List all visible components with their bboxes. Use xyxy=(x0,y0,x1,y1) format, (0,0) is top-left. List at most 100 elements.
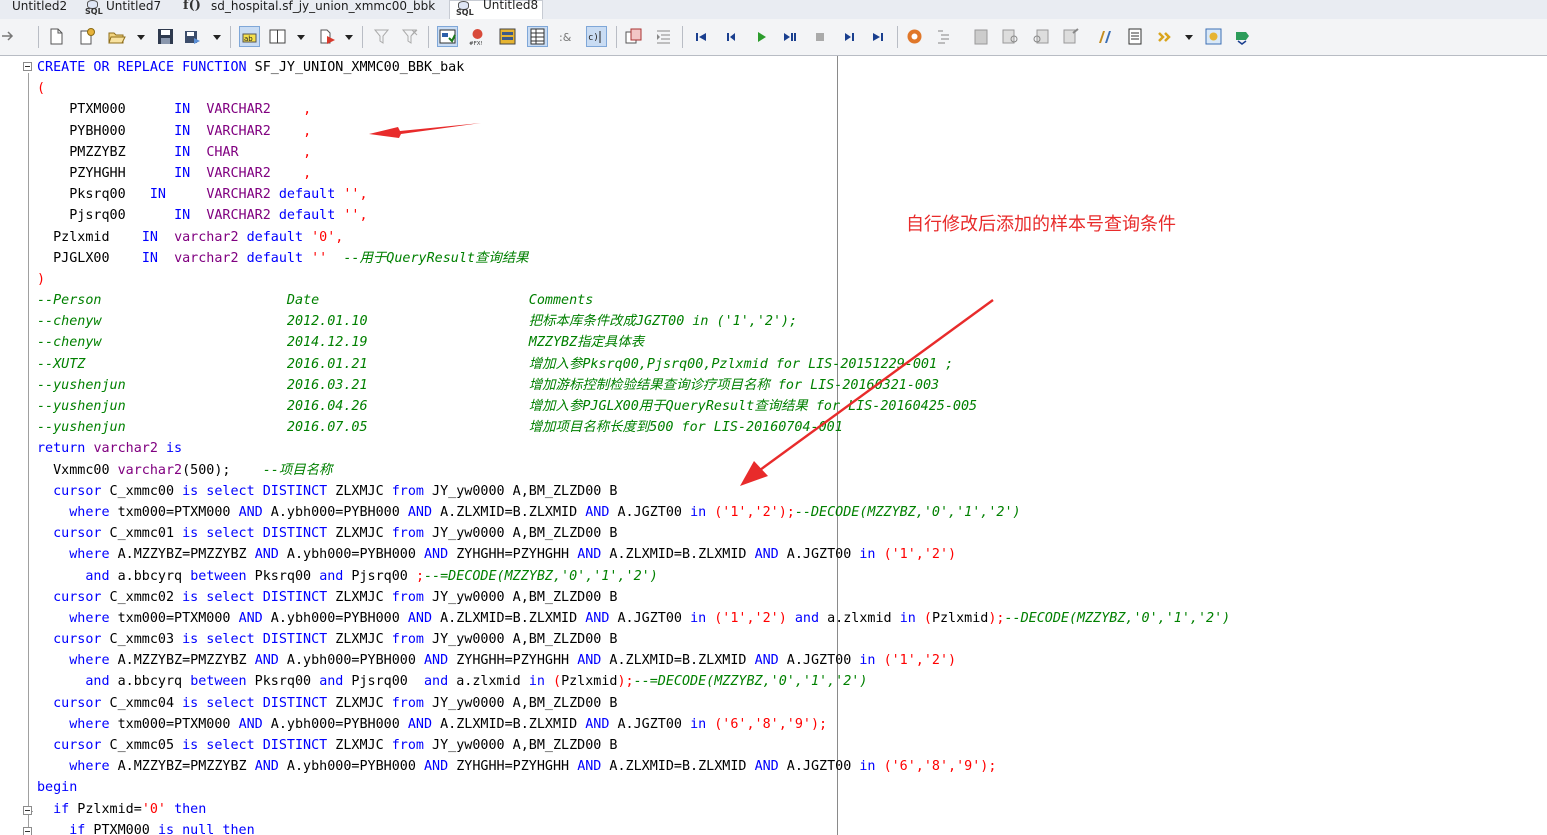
code-line[interactable]: --chenyw 2014.12.19 MZZYBZ指定具体表 xyxy=(37,332,1547,353)
code-line[interactable]: and a.bbcyrq between Pksrq00 and Pjsrq00… xyxy=(37,671,1547,692)
code-line[interactable]: --chenyw 2012.01.10 把标本库条件改成JGZT00 in ('… xyxy=(37,311,1547,332)
code-token: ZLXMJC xyxy=(327,632,392,648)
beautify-icon[interactable] xyxy=(1095,27,1114,46)
tab-untitled7[interactable]: SQL Untitled7 xyxy=(84,0,172,18)
code-line[interactable]: where A.MZZYBZ=PMZZYBZ AND A.ybh000=PYBH… xyxy=(37,650,1547,671)
and-icon[interactable]: :& xyxy=(558,27,577,46)
tab-untitled8[interactable]: SQL Untitled8 xyxy=(449,0,543,19)
code-line[interactable]: PMZZYBZ IN CHAR , xyxy=(37,142,1547,163)
sql-editor[interactable]: CREATE OR REPLACE FUNCTION SF_JY_UNION_X… xyxy=(0,56,1547,835)
code-line[interactable]: Vxmmc00 varchar2(500); --项目名称 xyxy=(37,460,1547,481)
grid-icon[interactable] xyxy=(498,27,517,46)
code-token: A.JGZT00 xyxy=(778,653,860,669)
open-dropdown-icon[interactable] xyxy=(137,35,145,40)
code-line[interactable]: cursor C_xmmc01 is select DISTINCT ZLXMJ… xyxy=(37,523,1547,544)
copy-icon[interactable] xyxy=(624,27,643,46)
new-with-template-icon[interactable] xyxy=(78,27,97,46)
play-icon[interactable] xyxy=(752,27,771,46)
run-menu-icon[interactable] xyxy=(318,27,337,46)
open-file-icon[interactable] xyxy=(107,27,126,46)
code-line[interactable]: return varchar2 is xyxy=(37,438,1547,459)
split-view-icon[interactable] xyxy=(268,27,287,46)
commit-icon[interactable] xyxy=(1233,27,1252,46)
code-line[interactable]: begin xyxy=(37,777,1547,798)
save-icon[interactable] xyxy=(156,27,175,46)
code-line[interactable]: Pksrq00 IN VARCHAR2 default '', xyxy=(37,184,1547,205)
code-token: AND xyxy=(754,759,779,775)
autocommit-icon[interactable] xyxy=(437,26,458,47)
code-line[interactable]: PZYHGHH IN VARCHAR2 , xyxy=(37,163,1547,184)
code-token: JY_yw0000 A,BM_ZLZD00 B xyxy=(424,632,618,648)
code-line[interactable]: cursor C_xmmc00 is select DISTINCT ZLXMJ… xyxy=(37,481,1547,502)
code-line[interactable]: --yushenjun 2016.07.05 增加项目名称长度到500 for … xyxy=(37,417,1547,438)
save-dropdown-icon[interactable] xyxy=(213,35,221,40)
code-line[interactable]: PJGLX00 IN varchar2 default '' --用于Query… xyxy=(37,248,1547,269)
save-as-icon[interactable] xyxy=(183,27,202,46)
indent-icon[interactable] xyxy=(654,27,673,46)
table-icon[interactable] xyxy=(527,26,548,47)
more-options-icon[interactable] xyxy=(1156,27,1175,46)
code-line[interactable]: --yushenjun 2016.03.21 增加游标控制检验结果查询诊疗项目名… xyxy=(37,375,1547,396)
code-line[interactable]: CREATE OR REPLACE FUNCTION SF_JY_UNION_X… xyxy=(37,57,1547,78)
code-line[interactable]: where txm000=PTXM000 AND A.ybh000=PYBH00… xyxy=(37,502,1547,523)
text-highlight-icon[interactable]: ab xyxy=(239,26,260,47)
outline-icon[interactable] xyxy=(935,27,954,46)
code-line[interactable]: Pjsrq00 IN VARCHAR2 default '', xyxy=(37,205,1547,226)
find-icon[interactable] xyxy=(1001,27,1020,46)
step-into-icon[interactable] xyxy=(840,27,859,46)
fold-toggle-icon[interactable] xyxy=(23,62,32,71)
split-dropdown-icon[interactable] xyxy=(297,35,305,40)
svg-text:#FX!: #FX! xyxy=(469,41,483,46)
code-line[interactable]: ( xyxy=(37,78,1547,99)
code-line[interactable]: where txm000=PTXM000 AND A.ybh000=PYBH00… xyxy=(37,714,1547,735)
step-icon[interactable]: c) xyxy=(586,26,607,47)
print-preview-icon[interactable] xyxy=(972,27,991,46)
code-line[interactable]: --Person Date Comments xyxy=(37,290,1547,311)
new-file-icon[interactable] xyxy=(47,27,66,46)
code-line[interactable]: where A.MZZYBZ=PMZZYBZ AND A.ybh000=PYBH… xyxy=(37,756,1547,777)
code-line[interactable]: cursor C_xmmc05 is select DISTINCT ZLXMJ… xyxy=(37,735,1547,756)
code-line[interactable]: where txm000=PTXM000 AND A.ybh000=PYBH00… xyxy=(37,608,1547,629)
tab-function[interactable]: f() sd_hospital.sf_jy_union_xmmc00_bbk xyxy=(183,0,443,18)
code-line[interactable]: cursor C_xmmc03 is select DISTINCT ZLXMJ… xyxy=(37,629,1547,650)
code-line[interactable]: and a.bbcyrq between Pksrq00 and Pjsrq00… xyxy=(37,566,1547,587)
filter-clear-icon[interactable] xyxy=(400,27,419,46)
code-line[interactable]: --yushenjun 2016.04.26 增加入参PJGLX00用于Quer… xyxy=(37,396,1547,417)
execute-icon[interactable] xyxy=(905,27,924,46)
run-dropdown-icon[interactable] xyxy=(345,35,353,40)
first-record-icon[interactable] xyxy=(692,27,711,46)
code-line[interactable]: where A.MZZYBZ=PMZZYBZ AND A.ybh000=PYBH… xyxy=(37,544,1547,565)
fold-toggle-icon[interactable] xyxy=(23,806,32,815)
code-line[interactable]: if Pzlxmid='0' then xyxy=(37,799,1547,820)
code-line[interactable]: ) xyxy=(37,269,1547,290)
fold-toggle-icon[interactable] xyxy=(23,827,32,835)
code-line[interactable]: if PTXM000 is null then xyxy=(37,820,1547,835)
code-line[interactable]: --XUTZ 2016.01.21 增加入参Pksrq00,Pjsrq00,Pz… xyxy=(37,354,1547,375)
plan-icon[interactable] xyxy=(1204,27,1223,46)
code-token: IN xyxy=(141,229,158,245)
last-record-icon[interactable] xyxy=(869,27,888,46)
code-token: C_xmmc04 xyxy=(101,695,183,711)
compile-icon[interactable] xyxy=(1061,27,1080,46)
next-icon[interactable] xyxy=(781,27,800,46)
code-line[interactable]: cursor C_xmmc02 is select DISTINCT ZLXMJ… xyxy=(37,587,1547,608)
window-list-icon[interactable] xyxy=(1126,27,1145,46)
code-token: a.zlxmid xyxy=(448,674,529,690)
debug-icon[interactable]: #FX! xyxy=(468,27,487,46)
code-line[interactable]: cursor C_xmmc04 is select DISTINCT ZLXMJ… xyxy=(37,693,1547,714)
stop-icon[interactable] xyxy=(811,27,830,46)
code-line[interactable]: Pzlxmid IN varchar2 default '0', xyxy=(37,227,1547,248)
code-token: in xyxy=(859,547,876,563)
more-dropdown-icon[interactable] xyxy=(1185,35,1193,40)
prev-record-icon[interactable] xyxy=(722,27,741,46)
code-token: ); xyxy=(617,674,634,690)
code-area[interactable]: CREATE OR REPLACE FUNCTION SF_JY_UNION_X… xyxy=(37,57,1547,835)
code-line[interactable]: PTXM000 IN VARCHAR2 , xyxy=(37,99,1547,120)
find-next-icon[interactable] xyxy=(1031,27,1050,46)
filter-icon[interactable] xyxy=(372,27,391,46)
tab-untitled2[interactable]: L Untitled2 xyxy=(0,0,72,18)
back-arrow-icon[interactable] xyxy=(0,27,19,46)
code-line[interactable]: PYBH000 IN VARCHAR2 , xyxy=(37,121,1547,142)
